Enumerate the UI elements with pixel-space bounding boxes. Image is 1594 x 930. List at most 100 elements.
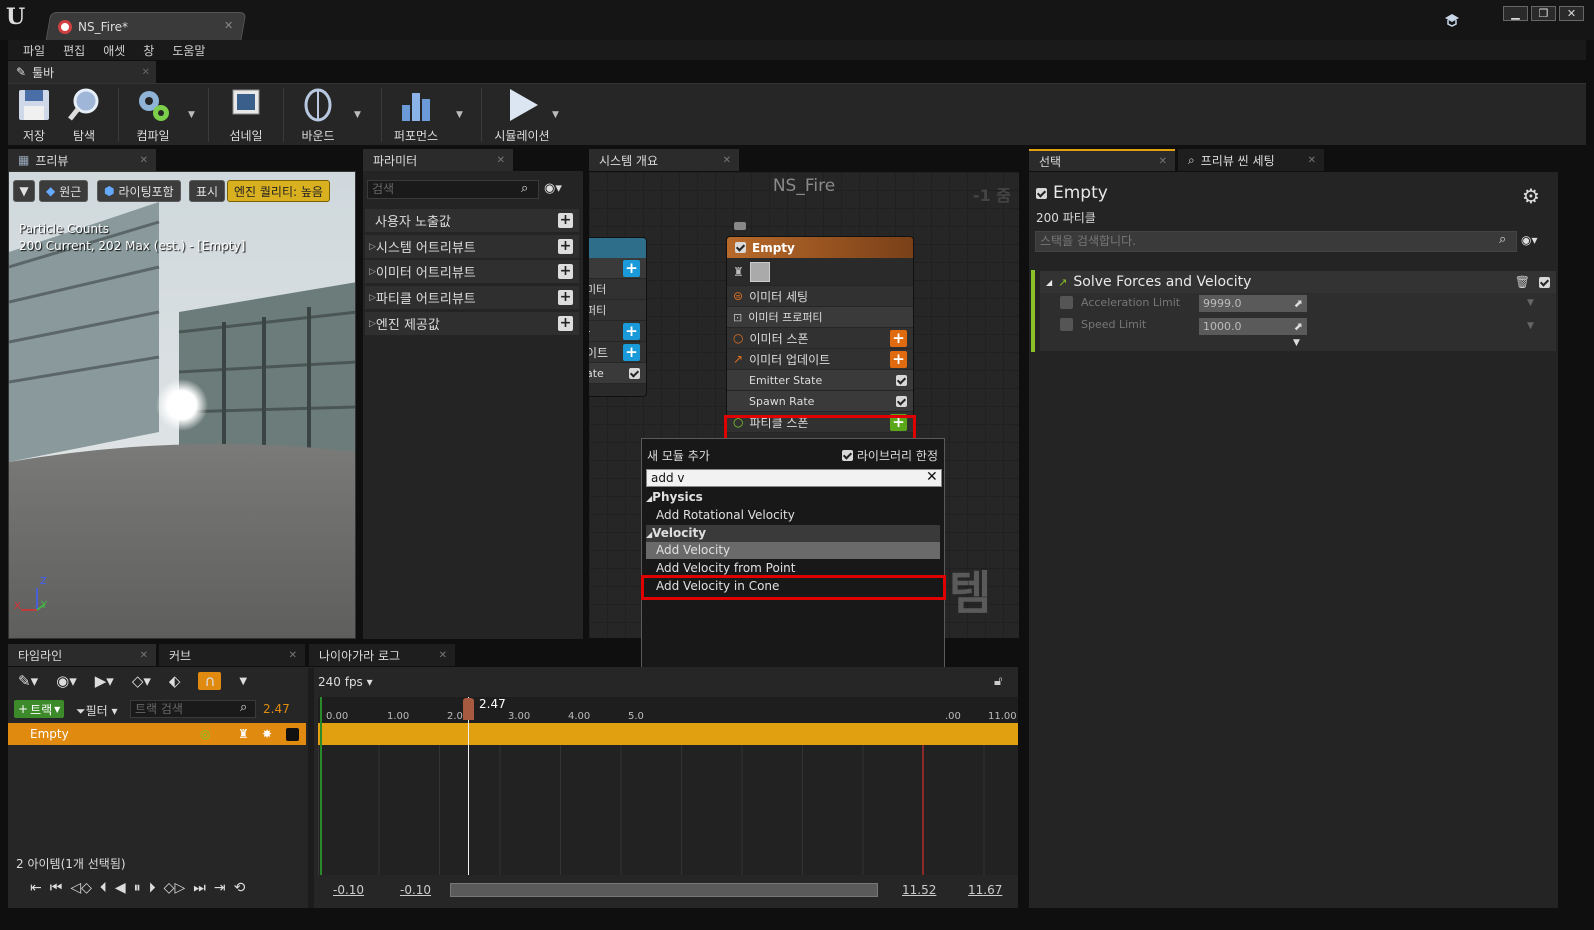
- emitter-enable-checkbox[interactable]: [735, 242, 746, 253]
- close-tab-icon[interactable]: ✕: [439, 650, 447, 661]
- tab-niagara-log[interactable]: 나이아가라 로그 ✕: [309, 644, 455, 666]
- add-icon[interactable]: +: [558, 264, 573, 279]
- key-icon[interactable]: ◇▾: [132, 672, 151, 690]
- stack-search-input[interactable]: 스택을 검색합니다.: [1035, 231, 1517, 252]
- item-add-velocity[interactable]: Add Velocity: [646, 542, 940, 559]
- working-range-start[interactable]: -0.10: [400, 883, 431, 897]
- module-search-input[interactable]: add v: [646, 469, 942, 487]
- track-enable-checkbox[interactable]: [286, 727, 299, 741]
- emitter-spawn-row[interactable]: ○ 이미터 스폰 +: [727, 328, 913, 349]
- collapse-arrow-icon[interactable]: ◢: [1046, 278, 1052, 287]
- working-range-end[interactable]: 11.52: [902, 883, 936, 897]
- current-time-readout[interactable]: 2.47: [263, 702, 290, 716]
- link-icon[interactable]: ⬈: [1294, 318, 1303, 335]
- menu-file[interactable]: 파일: [14, 42, 54, 59]
- add-icon[interactable]: +: [890, 330, 907, 347]
- unreal-logo-icon[interactable]: U: [6, 4, 32, 30]
- enable-checkbox[interactable]: [896, 395, 907, 407]
- add-icon[interactable]: +: [623, 323, 640, 340]
- learn-icon[interactable]: [1444, 13, 1460, 27]
- close-tab-icon[interactable]: ✕: [289, 650, 297, 661]
- property-options-dropdown[interactable]: ▼: [1527, 321, 1534, 331]
- param-row-system-attributes[interactable]: ▷ 시스템 어트리뷰트 +: [365, 235, 579, 259]
- tab-curves[interactable]: 커브 ✕: [159, 644, 305, 666]
- param-row-engine-provided[interactable]: ▷ 엔진 제공값 +: [365, 312, 579, 336]
- add-icon[interactable]: +: [890, 351, 907, 368]
- parameters-search-input[interactable]: 검색: [367, 180, 539, 199]
- isolate-icon[interactable]: ✸: [262, 727, 272, 741]
- minimize-button[interactable]: ▁: [1503, 6, 1528, 21]
- category-velocity[interactable]: ◢Velocity: [646, 525, 940, 542]
- loop-icon[interactable]: ⟲: [234, 880, 246, 896]
- time-ruler[interactable]: [318, 697, 1018, 723]
- property-options-dropdown[interactable]: ▼: [1527, 298, 1534, 308]
- library-only-toggle[interactable]: 라이브러리 한정: [841, 447, 938, 464]
- play-reverse-icon[interactable]: ◀: [115, 880, 126, 896]
- param-row-particle-attributes[interactable]: ▷ 파티클 어트리뷰트 +: [365, 286, 579, 310]
- close-tab-icon[interactable]: ✕: [1159, 156, 1167, 167]
- range-scrollbar[interactable]: [450, 883, 878, 897]
- menu-asset[interactable]: 애셋: [94, 42, 134, 59]
- close-tab-icon[interactable]: ✕: [224, 19, 233, 32]
- track-area[interactable]: [318, 745, 1018, 875]
- viewport-options-dropdown[interactable]: ▼: [13, 180, 35, 202]
- play-options-icon[interactable]: ▶▾: [95, 672, 114, 690]
- simulation-options-dropdown[interactable]: ▼: [552, 110, 559, 120]
- snap-magnet-icon[interactable]: ∩: [198, 672, 222, 690]
- enable-checkbox[interactable]: [896, 374, 907, 386]
- pin-icon[interactable]: ♜: [238, 727, 249, 741]
- lit-button[interactable]: ⬢ 라이팅포함: [97, 180, 181, 202]
- track-search-input[interactable]: 트랙 검색: [130, 700, 256, 718]
- tab-preview[interactable]: ▦ 프리뷰 ✕: [8, 149, 156, 171]
- link-icon[interactable]: ⬈: [1294, 295, 1303, 312]
- expand-arrow-icon[interactable]: ▷: [369, 319, 376, 329]
- library-only-checkbox[interactable]: [841, 450, 853, 461]
- pin-icon[interactable]: ♜: [733, 265, 744, 279]
- expand-advanced-icon[interactable]: ▼: [1293, 338, 1300, 348]
- emitter-update-row[interactable]: ↗ 이미터 업데이트 +: [727, 349, 913, 370]
- menu-help[interactable]: 도움말: [163, 42, 214, 59]
- engine-quality-button[interactable]: 엔진 퀄리티: 높음: [227, 180, 330, 202]
- performance-options-dropdown[interactable]: ▼: [456, 110, 463, 120]
- performance-button[interactable]: 퍼포먼스: [386, 87, 446, 144]
- add-icon[interactable]: +: [623, 344, 640, 361]
- tab-parameters[interactable]: 파라미터 ✕: [363, 149, 513, 171]
- go-to-end-icon[interactable]: ⇥: [214, 880, 226, 896]
- emitter-enable-checkbox[interactable]: [1036, 187, 1047, 199]
- bounds-options-dropdown[interactable]: ▼: [354, 110, 361, 120]
- menu-edit[interactable]: 편집: [54, 42, 94, 59]
- module-enable-checkbox[interactable]: [1539, 276, 1550, 288]
- tab-timeline[interactable]: 타임라인 ✕: [8, 644, 156, 666]
- show-button[interactable]: 표시: [189, 180, 226, 202]
- track-row-empty[interactable]: Empty ◎ ♜ ✸: [8, 723, 306, 745]
- preview-viewport[interactable]: ▼ ◆ 원근 ⬢ 라이팅포함 표시 엔진 퀄리티: 높음 Particle Coun…: [8, 171, 356, 639]
- gear-icon[interactable]: ⚙: [1522, 184, 1540, 208]
- category-physics[interactable]: ◢Physics: [646, 489, 940, 506]
- comment-bubble-icon[interactable]: [734, 222, 746, 230]
- filter-button[interactable]: ⏷필터 ▾: [76, 702, 118, 719]
- perspective-button[interactable]: ◆ 원근: [39, 180, 89, 202]
- expand-arrow-icon[interactable]: ▷: [369, 242, 376, 252]
- start-marker[interactable]: [320, 697, 322, 875]
- add-track-button[interactable]: + 트랙 ▼: [14, 700, 65, 718]
- module-header-solve-forces[interactable]: ◢ ↗ Solve Forces and Velocity 🗑︎: [1040, 271, 1556, 293]
- step-forward-icon[interactable]: ⏵: [149, 880, 156, 896]
- trash-icon[interactable]: 🗑︎: [1515, 275, 1530, 289]
- pause-icon[interactable]: ⏸: [134, 880, 141, 896]
- close-tab-icon[interactable]: ✕: [142, 67, 150, 78]
- expand-arrow-icon[interactable]: ▷: [369, 267, 376, 277]
- compile-button[interactable]: 컴파일: [123, 87, 183, 144]
- override-checkbox[interactable]: [1060, 318, 1073, 331]
- next-key-icon[interactable]: ◇▷: [164, 880, 186, 896]
- close-tab-icon[interactable]: ✕: [140, 155, 148, 166]
- visibility-eye-icon[interactable]: ◉▾: [544, 181, 562, 196]
- go-to-start-icon[interactable]: ⇤: [30, 880, 42, 896]
- tab-selection[interactable]: 선택 ✕: [1029, 149, 1175, 171]
- eye-icon[interactable]: ◉▾: [56, 672, 77, 690]
- tab-system-overview[interactable]: 시스템 개요 ✕: [589, 149, 739, 171]
- previous-frame-icon[interactable]: ⏮: [50, 880, 63, 896]
- add-icon[interactable]: +: [558, 239, 573, 254]
- tab-preview-scene-settings[interactable]: ⌕ 프리뷰 씬 세팅 ✕: [1178, 149, 1324, 171]
- view-range-end[interactable]: 11.67: [968, 883, 1002, 897]
- param-row-user-exposed[interactable]: 사용자 노출값 +: [365, 209, 579, 233]
